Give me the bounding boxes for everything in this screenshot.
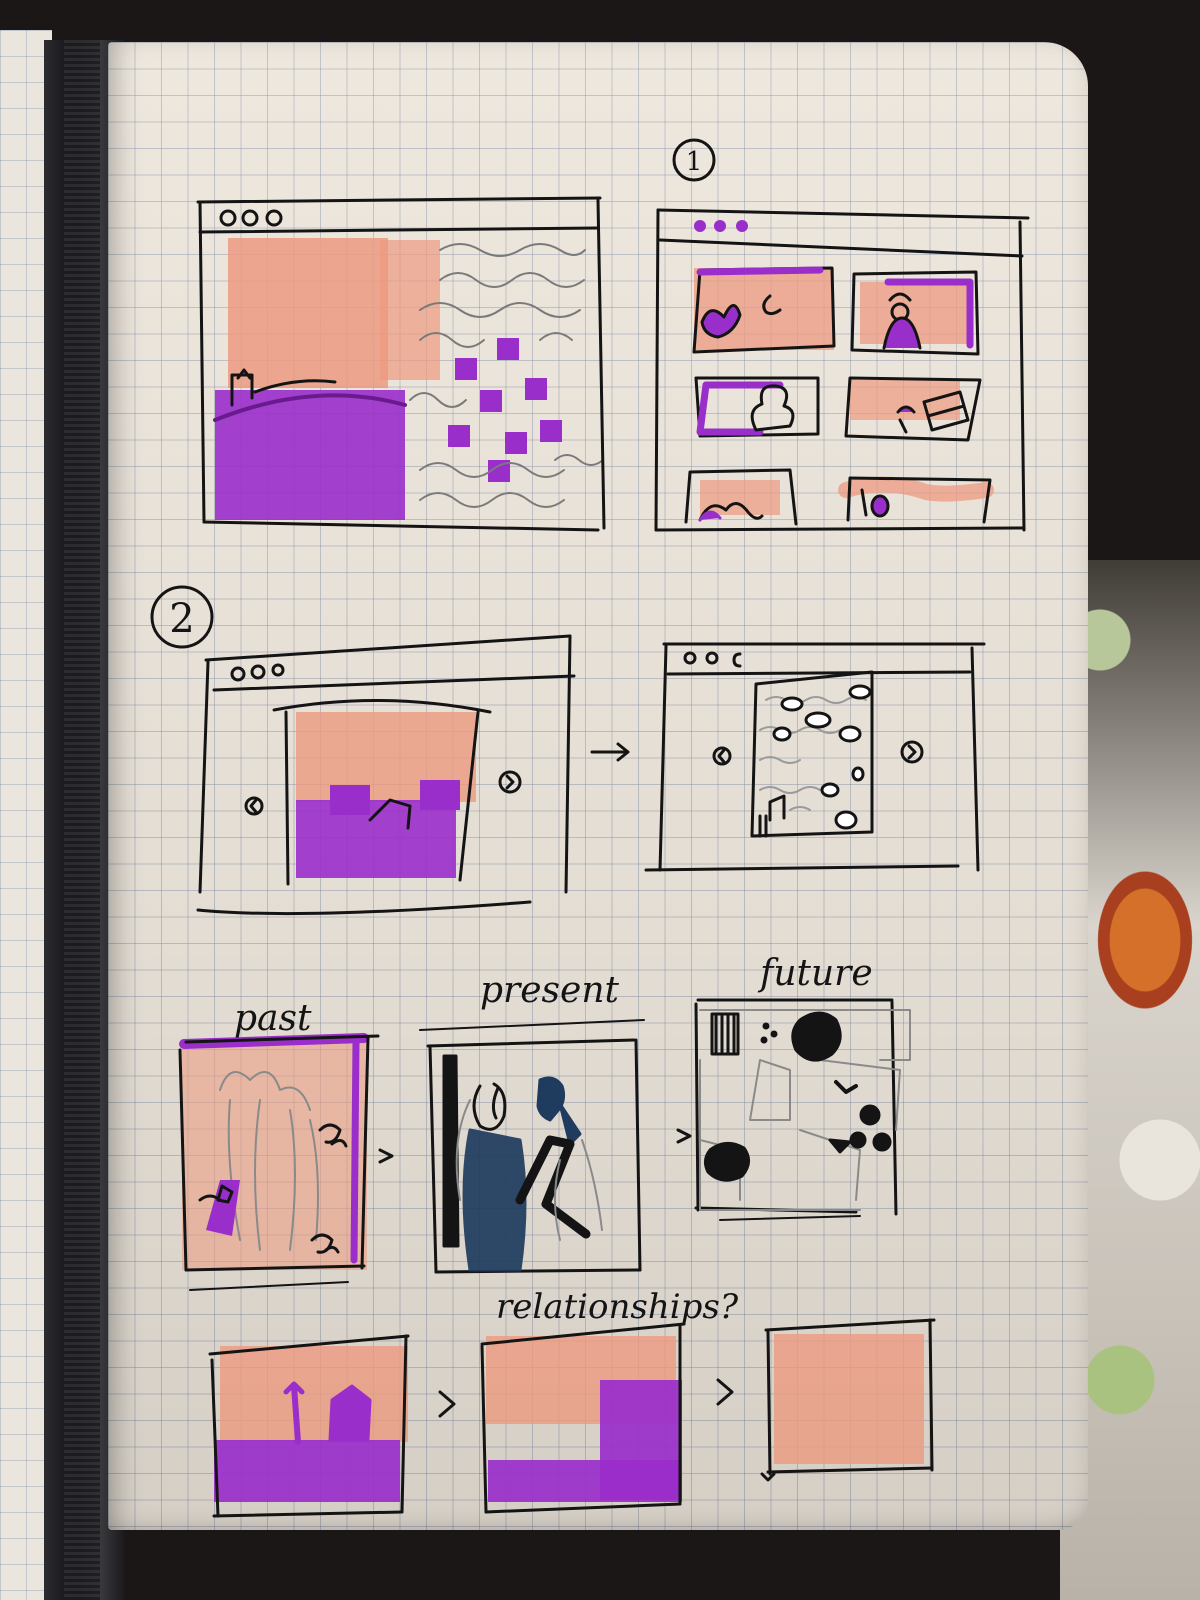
section-2-marker: 2: [150, 585, 214, 649]
section-1-marker: 1: [672, 138, 716, 182]
arrow-present-future: [676, 1128, 692, 1144]
section-2-number: 2: [169, 596, 194, 642]
sketch-present: [419, 1019, 645, 1274]
sketch-carousel-icons: [644, 642, 986, 872]
sketch-browser-grid: [654, 208, 1030, 532]
label-present: present: [480, 970, 620, 1011]
label-relationships: relationships?: [496, 1287, 739, 1327]
sketch-carousel-colorful: [196, 634, 576, 916]
arrow-past-present: [378, 1148, 394, 1164]
sketches: 1 2 past present future relationships?: [150, 138, 1030, 1518]
photo-scene: 1 2 past present future relationships?: [0, 0, 1200, 1600]
label-future: future: [757, 953, 873, 994]
sketch-past: [178, 1033, 380, 1291]
sketch-future: [694, 998, 911, 1221]
sketch-relationship-3: [760, 1318, 936, 1482]
section-1-number: 1: [686, 147, 703, 177]
label-past: past: [234, 998, 312, 1039]
sketch-relationship-1: [208, 1334, 410, 1518]
sketch-relationship-2: [480, 1322, 686, 1514]
arrow-bottom-1: [438, 1390, 456, 1418]
arrow-2: [590, 742, 630, 762]
sketch-browser-collage: [196, 196, 606, 532]
arrow-bottom-2: [716, 1378, 734, 1406]
